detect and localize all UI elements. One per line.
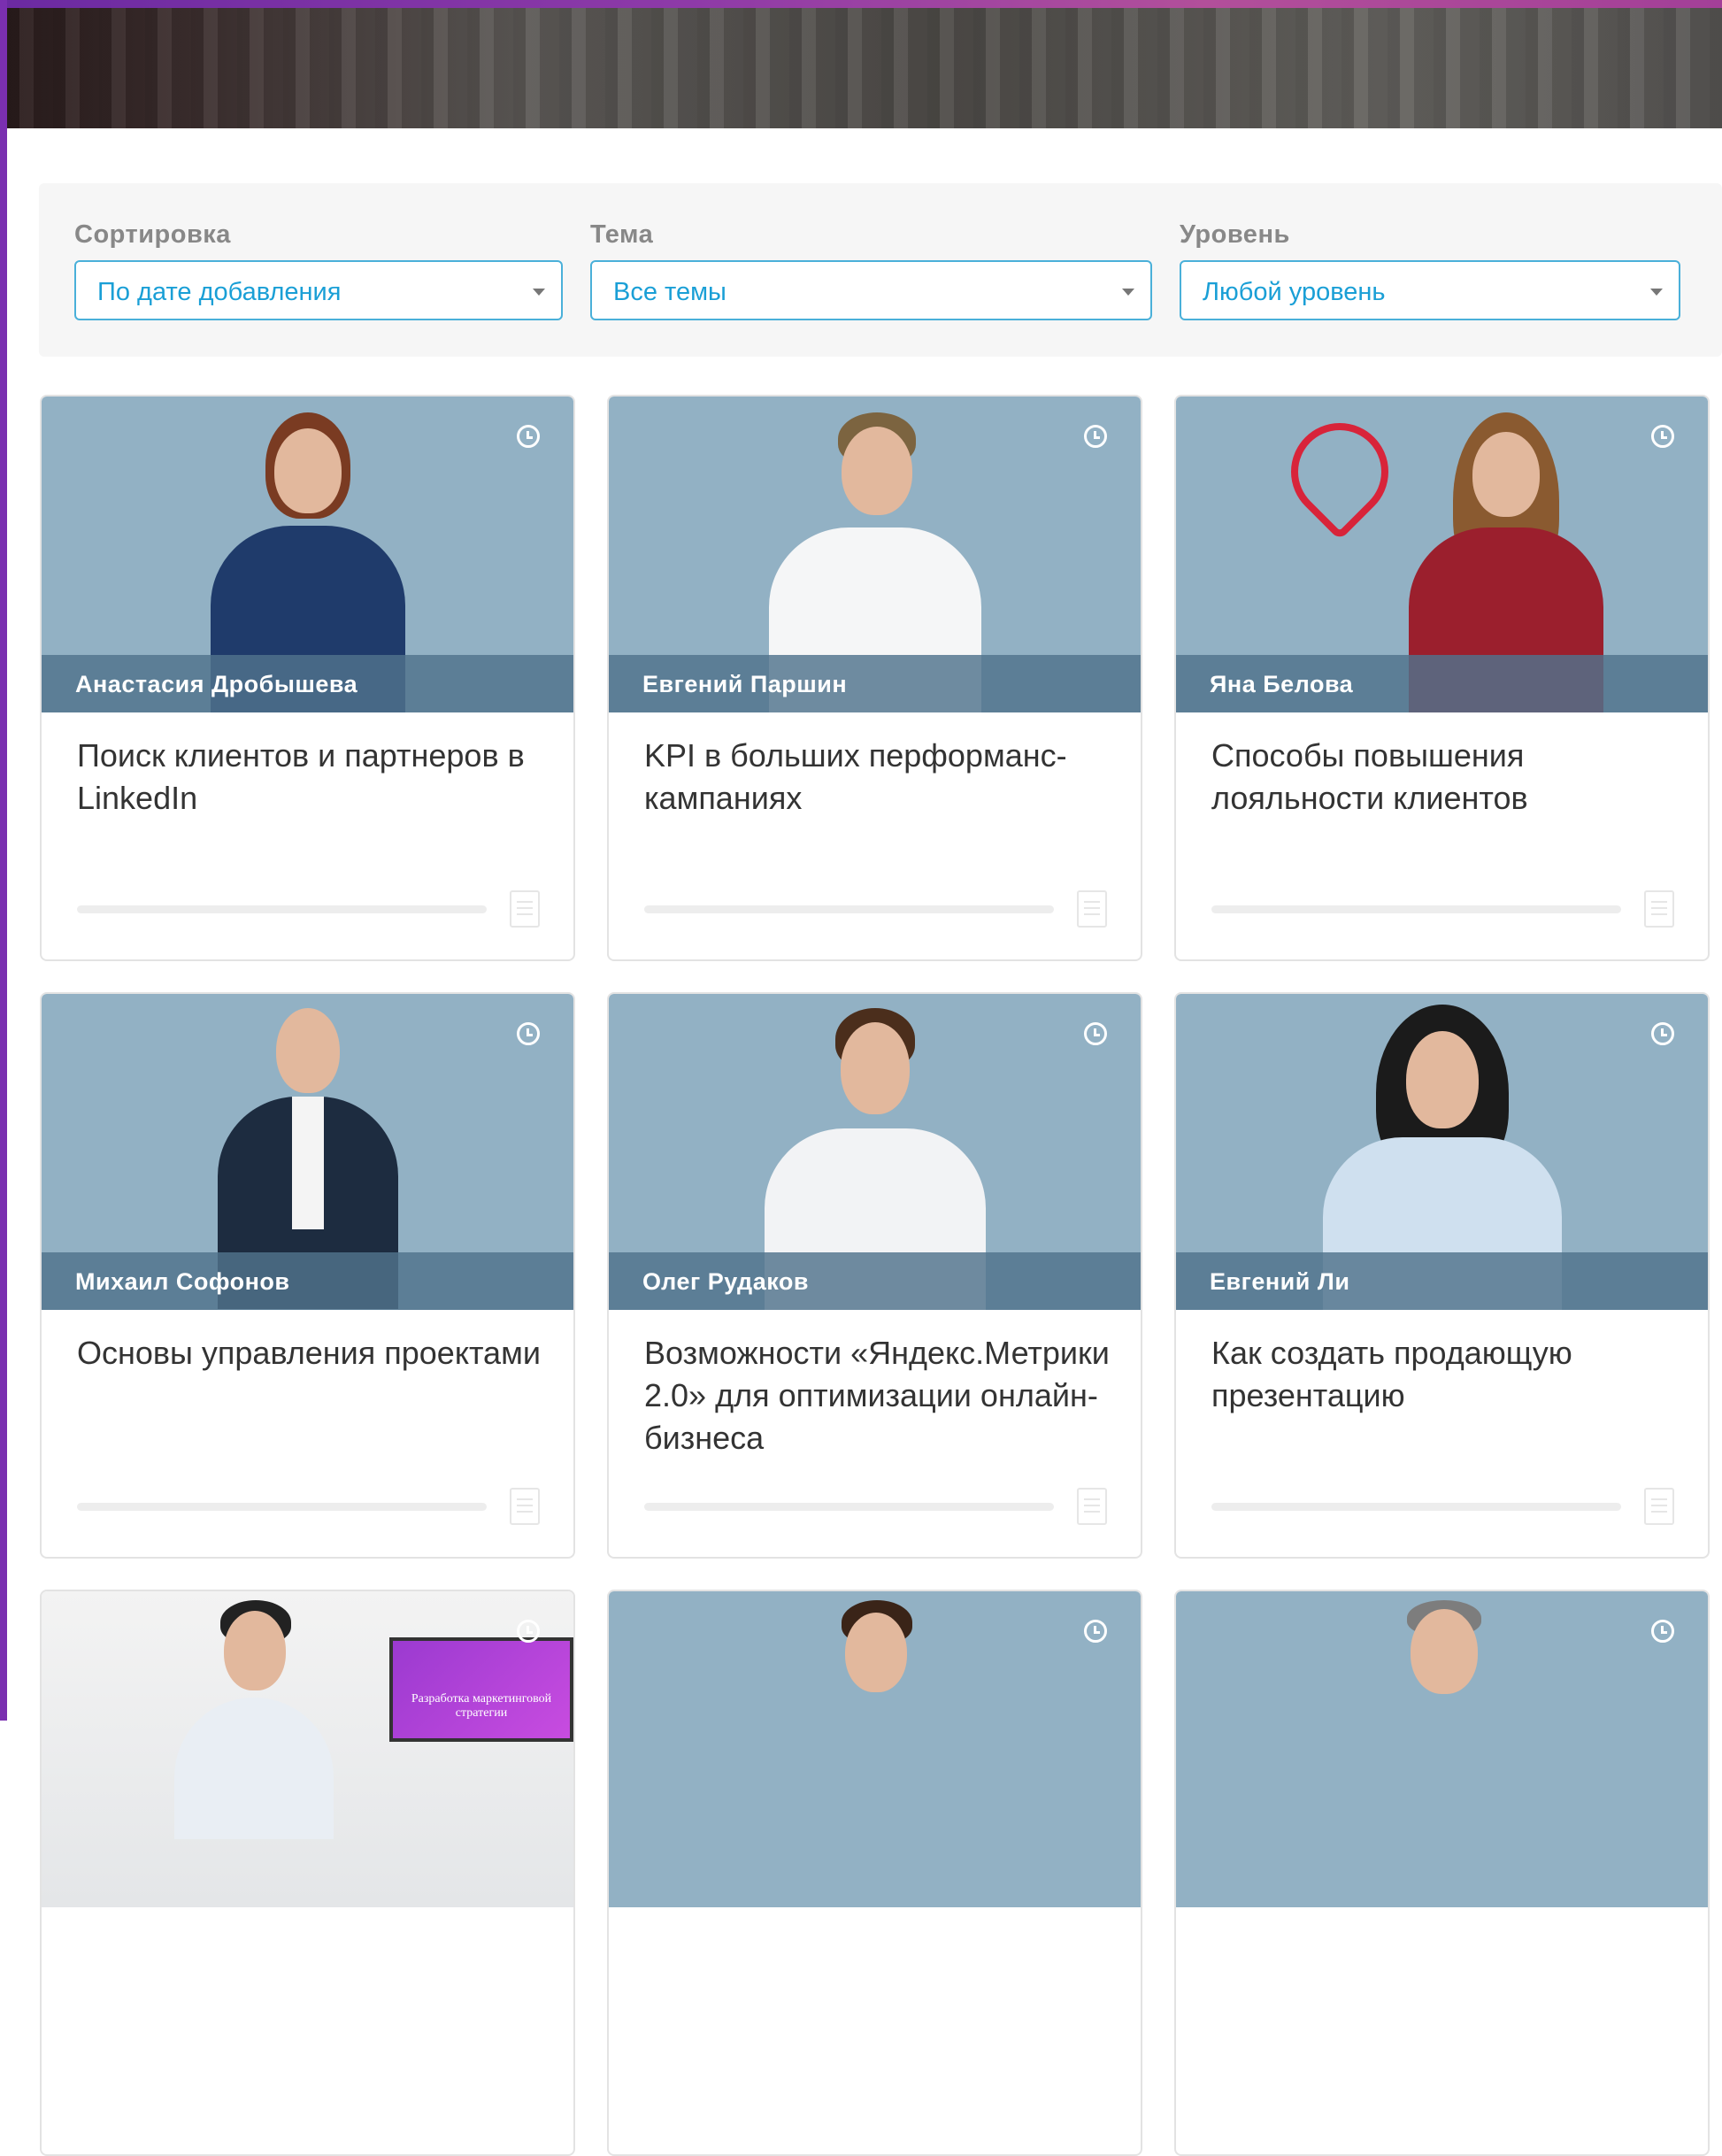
course-title[interactable]: Способы повышения лояльности клиентов: [1211, 735, 1689, 820]
window-frame-top: [0, 0, 1722, 8]
course-card[interactable]: [607, 1590, 1142, 2156]
author-name-bar: Евгений Паршин: [609, 655, 1141, 712]
certificate-icon: [1644, 1488, 1674, 1525]
course-card[interactable]: Разработка маркетинговой стратегии: [40, 1590, 575, 2156]
filters-panel: Сортировка По дате добавления Тема Все т…: [39, 183, 1722, 357]
author-photo: Яна Белова: [1176, 397, 1708, 712]
progress-bar: [644, 1503, 1054, 1511]
author-name-bar: Анастасия Дробышева: [42, 655, 573, 712]
topic-filter: Тема: [590, 220, 653, 250]
clock-icon: [1651, 425, 1674, 448]
clock-icon: [517, 425, 540, 448]
progress-bar: [644, 905, 1054, 913]
course-card[interactable]: Евгений Ли Как создать продающую презент…: [1174, 992, 1710, 1559]
author-photo: [609, 1591, 1141, 1907]
author-name: Яна Белова: [1210, 671, 1354, 697]
author-name-bar: Яна Белова: [1176, 655, 1708, 712]
author-name-bar: Олег Рудаков: [609, 1252, 1141, 1310]
course-card[interactable]: Яна Белова Способы повышения лояльности …: [1174, 395, 1710, 961]
chevron-down-icon: [1122, 289, 1134, 296]
course-card[interactable]: [1174, 1590, 1710, 2156]
level-label: Уровень: [1180, 220, 1290, 249]
author-name: Михаил Софонов: [75, 1268, 290, 1295]
clock-icon: [1651, 1620, 1674, 1643]
course-title[interactable]: Основы управления проектами: [77, 1332, 555, 1374]
progress-bar: [77, 905, 487, 913]
certificate-icon: [510, 1488, 540, 1525]
author-name: Евгений Паршин: [642, 671, 848, 697]
clock-icon: [1084, 1022, 1107, 1045]
author-photo: Евгений Ли: [1176, 994, 1708, 1310]
clock-icon: [517, 1620, 540, 1643]
presentation-screen: Разработка маркетинговой стратегии: [389, 1637, 573, 1742]
author-photo: Олег Рудаков: [609, 994, 1141, 1310]
level-select-value: Любой уровень: [1203, 278, 1386, 306]
clock-icon: [1084, 425, 1107, 448]
certificate-icon: [1644, 890, 1674, 928]
course-card[interactable]: Михаил Софонов Основы управления проекта…: [40, 992, 575, 1559]
topic-label: Тема: [590, 220, 654, 249]
course-title[interactable]: KPI в больших перформанс-кампаниях: [644, 735, 1122, 820]
author-name: Анастасия Дробышева: [75, 671, 358, 697]
sort-select[interactable]: По дате добавления: [74, 260, 563, 320]
sort-label: Сортировка: [74, 220, 231, 249]
author-name: Евгений Ли: [1210, 1268, 1350, 1295]
author-photo: [1176, 1591, 1708, 1907]
topic-select[interactable]: Все темы: [590, 260, 1152, 320]
author-name-bar: Евгений Ли: [1176, 1252, 1708, 1310]
certificate-icon: [510, 890, 540, 928]
certificate-icon: [1077, 890, 1107, 928]
author-photo: Разработка маркетинговой стратегии: [42, 1591, 573, 1907]
course-title[interactable]: Как создать продающую презентацию: [1211, 1332, 1689, 1417]
course-card[interactable]: Анастасия Дробышева Поиск клиентов и пар…: [40, 395, 575, 961]
hero-banner: [7, 8, 1722, 128]
clock-icon: [1084, 1620, 1107, 1643]
heart-drawing: [1271, 403, 1409, 541]
progress-bar: [1211, 905, 1621, 913]
sort-select-value: По дате добавления: [97, 278, 342, 306]
level-select[interactable]: Любой уровень: [1180, 260, 1680, 320]
chevron-down-icon: [533, 289, 545, 296]
course-card[interactable]: Олег Рудаков Возможности «Яндекс.Метрики…: [607, 992, 1142, 1559]
progress-bar: [1211, 1503, 1621, 1511]
window-frame-left: [0, 0, 7, 1721]
author-photo: Михаил Софонов: [42, 994, 573, 1310]
author-name-bar: Михаил Софонов: [42, 1252, 573, 1310]
progress-bar: [77, 1503, 487, 1511]
chevron-down-icon: [1650, 289, 1663, 296]
course-card[interactable]: Евгений Паршин KPI в больших перформанс-…: [607, 395, 1142, 961]
course-title[interactable]: Возможности «Яндекс.Метрики 2.0» для опт…: [644, 1332, 1122, 1459]
clock-icon: [1651, 1022, 1674, 1045]
sort-filter: Сортировка: [74, 220, 231, 250]
author-photo: Евгений Паршин: [609, 397, 1141, 712]
author-photo: Анастасия Дробышева: [42, 397, 573, 712]
author-name: Олег Рудаков: [642, 1268, 809, 1295]
screen-text: Разработка маркетинговой стратегии: [411, 1692, 552, 1720]
course-title[interactable]: Поиск клиентов и партнеров в LinkedIn: [77, 735, 555, 820]
certificate-icon: [1077, 1488, 1107, 1525]
level-filter: Уровень: [1180, 220, 1290, 250]
topic-select-value: Все темы: [613, 278, 726, 306]
clock-icon: [517, 1022, 540, 1045]
